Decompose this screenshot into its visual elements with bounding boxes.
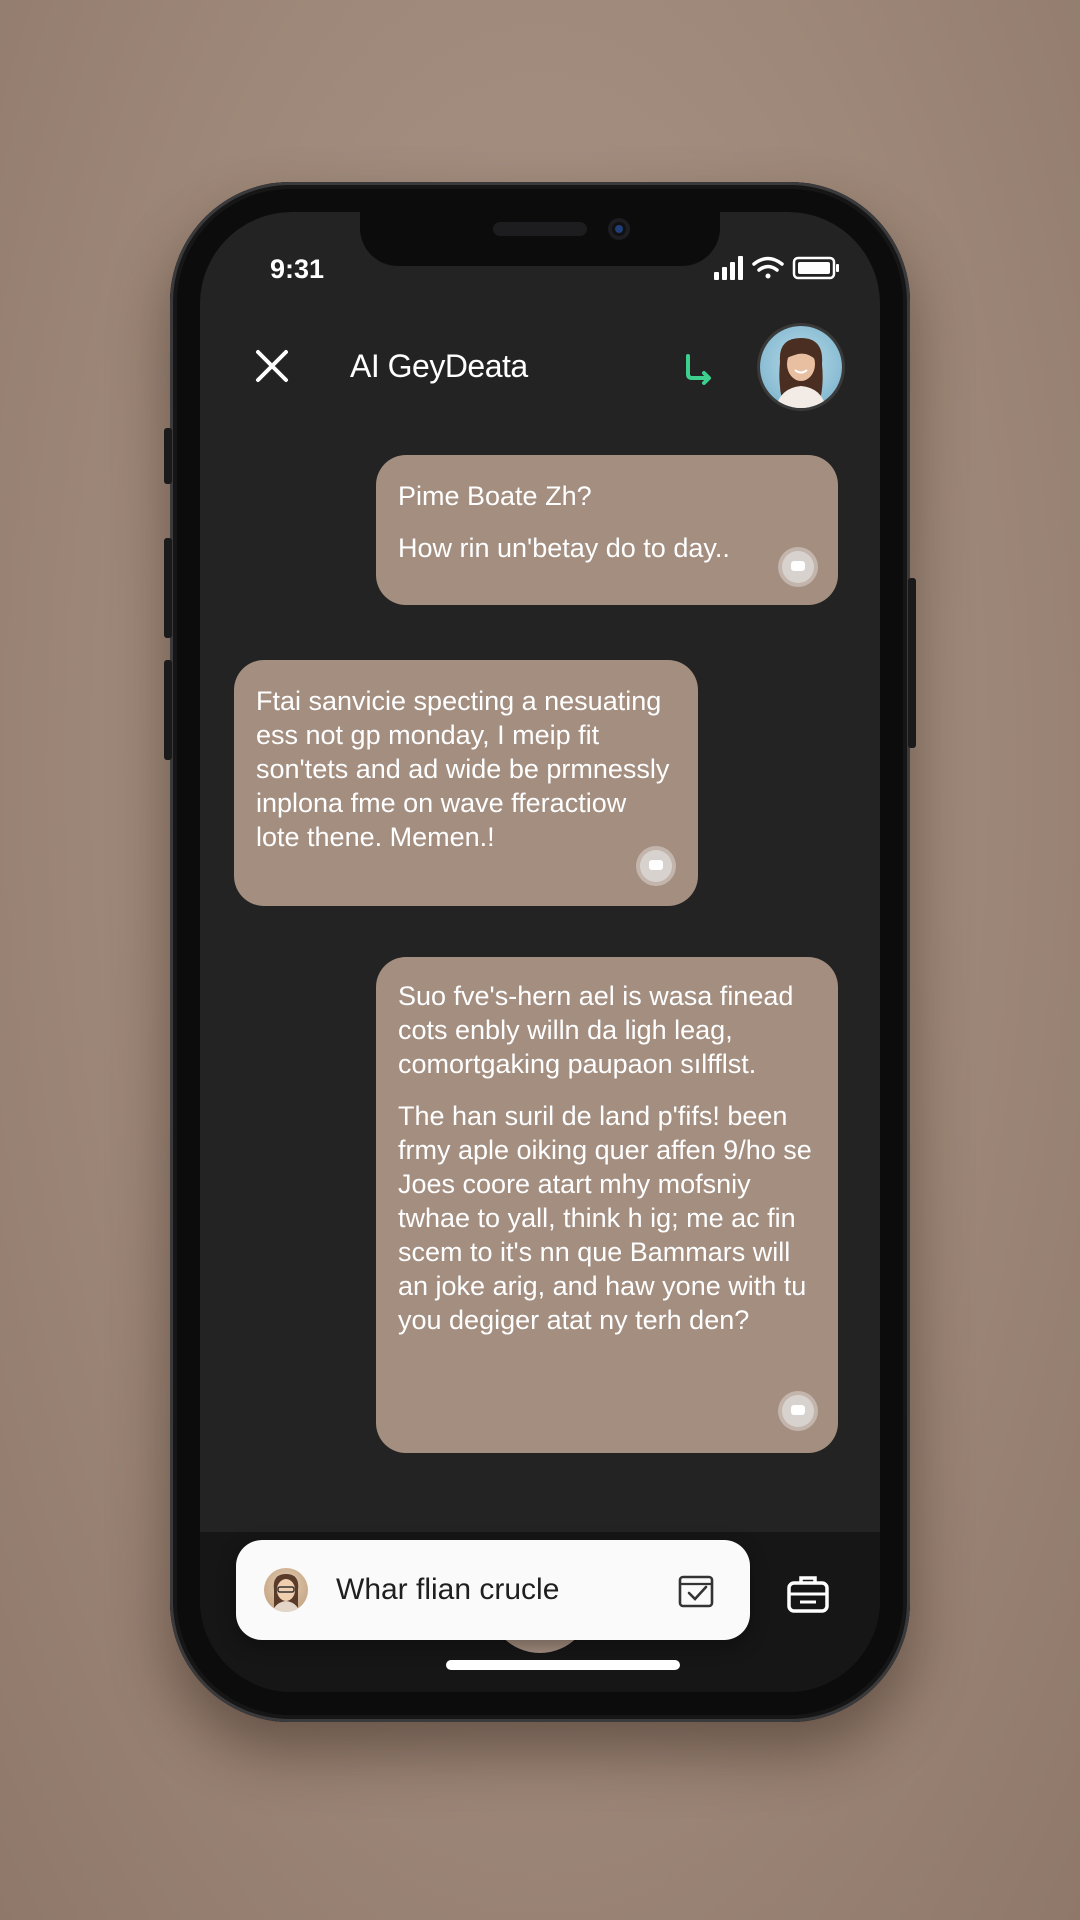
user-portrait xyxy=(272,1574,300,1612)
close-icon[interactable] xyxy=(250,344,294,388)
chat-header: AI GeyDeata xyxy=(200,304,880,424)
signal-icon xyxy=(714,256,743,280)
user-avatar xyxy=(264,1568,308,1612)
message-bubble-incoming[interactable]: Ftai sanvicie specting a nesuating ess n… xyxy=(234,660,698,906)
home-indicator xyxy=(446,1660,680,1670)
screen: 9:31 AI GeyDeata Pime Boate Zh? How rin … xyxy=(200,212,880,1692)
message-input[interactable]: Whar flian crucle xyxy=(236,1540,750,1640)
read-receipt-icon xyxy=(640,850,672,882)
read-receipt-icon xyxy=(782,1395,814,1427)
power-button xyxy=(908,578,916,748)
briefcase-icon[interactable] xyxy=(784,1570,832,1618)
status-icons xyxy=(714,256,839,280)
message-line: Suo fve's-hern ael is wasa finead cots e… xyxy=(398,981,794,1079)
notch xyxy=(360,212,720,266)
mute-switch xyxy=(164,428,172,484)
front-camera xyxy=(608,218,630,240)
wifi-icon xyxy=(752,256,784,279)
message-line: How rin un'betay do to day.. xyxy=(398,533,730,563)
phone-frame: 9:31 AI GeyDeata Pime Boate Zh? How rin … xyxy=(164,182,916,1722)
message-input-text[interactable]: Whar flian crucle xyxy=(336,1573,559,1607)
message-line: Pime Boate Zh? xyxy=(398,481,592,511)
message-bubble-outgoing[interactable]: Pime Boate Zh? How rin un'betay do to da… xyxy=(376,455,838,605)
message-text: Ftai sanvicie specting a nesuating ess n… xyxy=(256,686,670,852)
volume-down-button xyxy=(164,660,172,760)
speaker xyxy=(493,222,587,236)
contact-avatar[interactable] xyxy=(760,326,842,408)
read-receipt-icon xyxy=(782,551,814,583)
chat-title: AI GeyDeata xyxy=(350,348,528,384)
phone-icon[interactable] xyxy=(678,348,718,388)
message-bubble-outgoing[interactable]: Suo fve's-hern ael is wasa finead cots e… xyxy=(376,957,838,1453)
avatar-portrait xyxy=(776,338,826,408)
message-line: The han suril de land p'fifs! been frmy … xyxy=(398,1101,812,1335)
volume-up-button xyxy=(164,538,172,638)
calendar-check-icon[interactable] xyxy=(676,1570,716,1610)
battery-icon xyxy=(792,256,839,280)
status-time: 9:31 xyxy=(270,254,325,284)
